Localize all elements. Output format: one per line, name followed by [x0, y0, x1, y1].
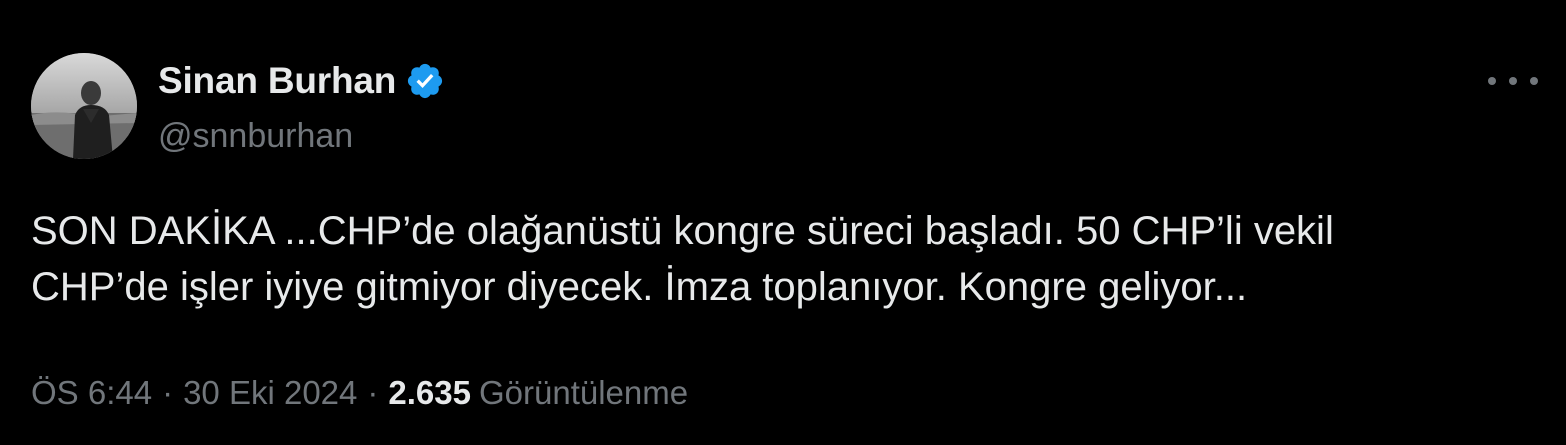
avatar-photo	[31, 53, 137, 159]
more-dot	[1509, 77, 1517, 85]
author-block: Sinan Burhan @snnburhan	[158, 58, 445, 156]
verified-badge-icon	[405, 61, 445, 101]
more-options-icon[interactable]	[1488, 66, 1538, 96]
author-name-row: Sinan Burhan	[158, 58, 445, 104]
avatar[interactable]	[31, 53, 137, 159]
tweet-date[interactable]: 30 Eki 2024	[183, 374, 357, 412]
more-dot	[1488, 77, 1496, 85]
meta-separator: ·	[162, 374, 174, 411]
tweet-meta: ÖS 6:44 · 30 Eki 2024 · 2.635 Görüntülen…	[31, 374, 688, 412]
author-display-name[interactable]: Sinan Burhan	[158, 60, 396, 102]
views-label: Görüntülenme	[478, 374, 689, 411]
meta-separator: ·	[367, 374, 379, 411]
tweet-text: SON DAKİKA ...CHP’de olağanüstü kongre s…	[31, 209, 1334, 309]
views-count[interactable]: 2.635	[388, 374, 471, 412]
tweet-time[interactable]: ÖS 6:44	[31, 374, 152, 412]
more-dot	[1530, 77, 1538, 85]
author-handle[interactable]: @snnburhan	[158, 117, 445, 156]
tweet: Sinan Burhan @snnburhan SON DAKİKA ...CH…	[0, 0, 1566, 445]
